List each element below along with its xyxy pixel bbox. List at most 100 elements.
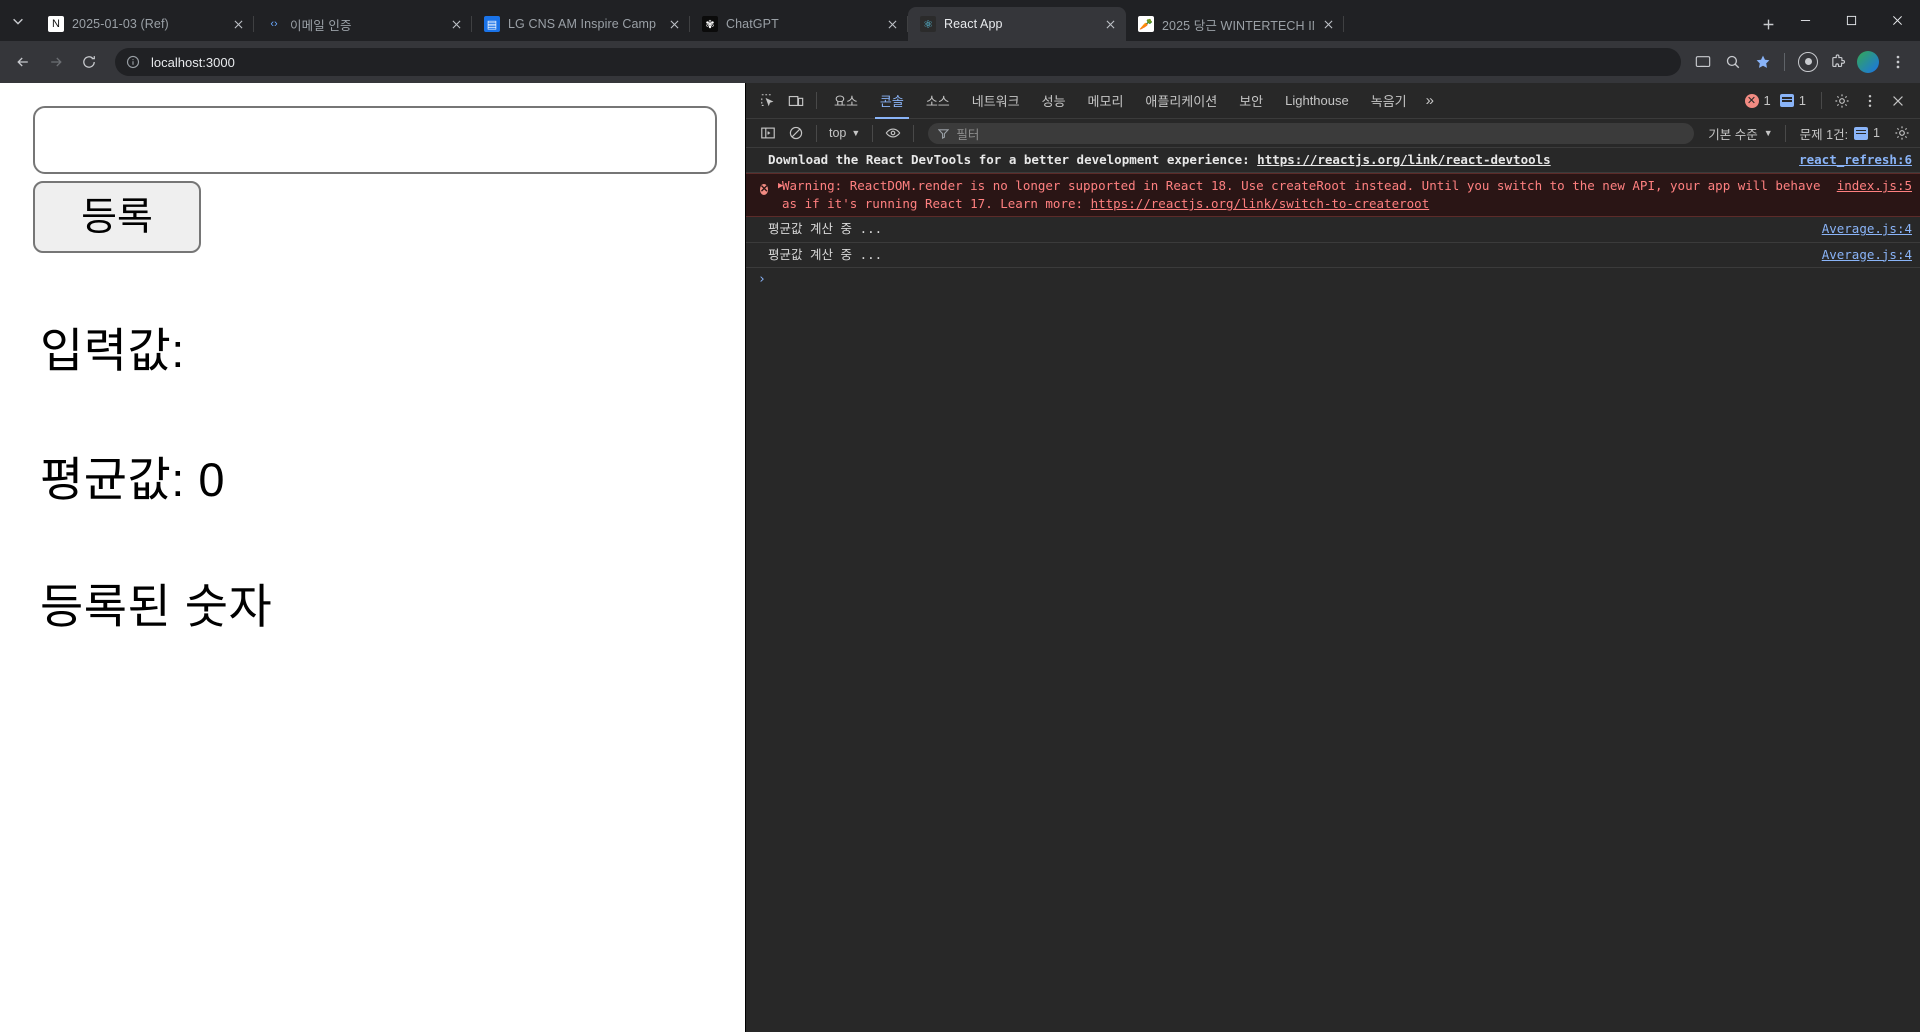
browser-window: N 2025-01-03 (Ref) ‹› 이메일 인증 ▤ LG CNS AM Insp… — [0, 0, 1920, 1032]
number-input[interactable] — [33, 106, 717, 174]
devtools-tab[interactable]: 소스 — [915, 83, 961, 119]
bookmark-star-icon[interactable] — [1749, 48, 1777, 76]
filter-icon — [938, 128, 950, 139]
tab-title: LG CNS AM Inspire Camp - Go — [508, 17, 660, 31]
issues-indicator[interactable]: 문제 1건: 1 — [1792, 124, 1888, 143]
devtools-tab[interactable]: 애플리케이션 — [1134, 83, 1228, 119]
close-window-button[interactable] — [1874, 0, 1920, 41]
console-message-source[interactable]: react_refresh:6 — [1799, 151, 1912, 169]
message-icon — [1779, 94, 1794, 107]
chevron-down-icon: ▼ — [1763, 128, 1773, 138]
browser-tab[interactable]: ‹› 이메일 인증 — [254, 7, 472, 41]
error-count-badge[interactable]: ✕ 1 — [1744, 93, 1771, 108]
input-value-heading: 입력값: — [40, 324, 185, 377]
cast-icon[interactable] — [1689, 48, 1717, 76]
tab-search-icon[interactable] — [0, 0, 36, 41]
minimize-button[interactable] — [1782, 0, 1828, 41]
window-controls — [1782, 0, 1920, 41]
tab-close-icon[interactable] — [228, 14, 248, 34]
log-level-selector[interactable]: 기본 수준 ▼ — [1702, 124, 1778, 143]
register-button[interactable]: 등록 — [33, 181, 201, 253]
message-icon — [1854, 126, 1869, 140]
console-message-source[interactable]: index.js:5 — [1837, 177, 1912, 195]
prompt-chevron-icon: › — [758, 271, 766, 287]
error-icon: ✕ — [760, 184, 769, 196]
device-toolbar-icon[interactable] — [782, 88, 810, 114]
chrome-menu-icon[interactable] — [1884, 48, 1912, 76]
console-link[interactable]: https://reactjs.org/link/switch-to-creat… — [1091, 196, 1430, 211]
openai-icon: ✾ — [702, 16, 718, 32]
reload-button[interactable] — [74, 47, 104, 77]
chevron-down-icon: ▼ — [851, 128, 861, 138]
console-prompt[interactable]: › — [746, 268, 1920, 291]
browser-tabs: N 2025-01-03 (Ref) ‹› 이메일 인증 ▤ LG CNS AM Insp… — [36, 0, 1748, 41]
browser-tab[interactable]: ⚛ React App — [908, 7, 1126, 41]
console-sidebar-icon[interactable] — [754, 120, 782, 146]
tab-close-icon[interactable] — [446, 14, 466, 34]
warning-count-badge[interactable]: 1 — [1779, 93, 1806, 108]
forward-button[interactable] — [41, 47, 71, 77]
console-message-source[interactable]: Average.js:4 — [1822, 220, 1912, 238]
back-button[interactable] — [8, 47, 38, 77]
console-message-source[interactable]: Average.js:4 — [1822, 246, 1912, 264]
filter-placeholder: 필터 — [956, 127, 980, 142]
expand-arrow-icon[interactable]: ▶ — [778, 180, 783, 193]
clear-console-icon[interactable] — [782, 120, 810, 146]
carrot-icon: 🥕 — [1138, 16, 1154, 32]
devtools-tab[interactable]: Lighthouse — [1274, 83, 1360, 119]
console-message: 평균값 계산 중 ... Average.js:4 — [746, 217, 1920, 243]
content-area: 등록 입력값: 평균값: 0 등록된 숫자 요소 콘솔 소스 네트워크 성능 메… — [0, 83, 1920, 1032]
profile-icon[interactable] — [1794, 48, 1822, 76]
live-expression-icon[interactable] — [879, 120, 907, 146]
registered-numbers-heading: 등록된 숫자 — [40, 580, 273, 634]
zoom-icon[interactable] — [1719, 48, 1747, 76]
tab-close-icon[interactable] — [882, 14, 902, 34]
console-divider-4 — [1784, 124, 1786, 142]
profile-avatar[interactable] — [1854, 48, 1882, 76]
context-selector[interactable]: top ▼ — [823, 122, 866, 144]
console-message-text: 평균값 계산 중 ... — [768, 221, 883, 237]
site-info-icon[interactable] — [125, 54, 141, 70]
browser-tab[interactable]: N 2025-01-03 (Ref) — [36, 7, 254, 41]
tab-strip: N 2025-01-03 (Ref) ‹› 이메일 인증 ▤ LG CNS AM Insp… — [0, 0, 1920, 41]
devtools-tab[interactable]: 보안 — [1228, 83, 1274, 119]
context-label: top — [829, 126, 847, 140]
console-message-text: Download the React DevTools for a better… — [768, 152, 1551, 167]
address-bar[interactable]: localhost:3000 — [115, 48, 1681, 76]
inspect-element-icon[interactable] — [754, 88, 782, 114]
devtools-divider — [816, 92, 817, 109]
close-devtools-icon[interactable] — [1884, 88, 1912, 114]
new-tab-button[interactable] — [1754, 10, 1782, 38]
devtools-tab[interactable]: 녹음기 — [1360, 83, 1418, 119]
tab-title: ChatGPT — [726, 17, 779, 31]
url-text: localhost:3000 — [151, 54, 235, 70]
devtools-status-divider — [1821, 92, 1822, 109]
console-divider-3 — [913, 124, 915, 142]
tab-title: 2025 당근 WINTERTECH INTER — [1162, 18, 1314, 33]
toolbar-actions — [1687, 48, 1912, 76]
browser-tab[interactable]: ✾ ChatGPT — [690, 7, 908, 41]
console-settings-icon[interactable] — [1888, 120, 1916, 146]
console-message: Download the React DevTools for a better… — [746, 148, 1920, 174]
issues-label: 문제 1건: — [1799, 127, 1849, 142]
browser-tab[interactable]: 🥕 2025 당근 WINTERTECH INTER — [1126, 7, 1344, 41]
more-options-icon[interactable] — [1856, 88, 1884, 114]
gear-icon[interactable] — [1828, 88, 1856, 114]
devtools-tab[interactable]: 네트워크 — [961, 83, 1031, 119]
more-tabs-icon[interactable]: » — [1418, 83, 1442, 119]
console-message-text: 평균값 계산 중 ... — [768, 246, 883, 262]
console-link[interactable]: https://reactjs.org/link/react-devtools — [1257, 152, 1551, 167]
devtools-tab[interactable]: 성능 — [1031, 83, 1077, 119]
tab-close-icon[interactable] — [1100, 14, 1120, 34]
devtools-tab[interactable]: 요소 — [823, 83, 869, 119]
devtools-tab[interactable]: 메모리 — [1077, 83, 1135, 119]
tab-close-icon[interactable] — [1318, 14, 1338, 34]
log-level-label: 기본 수준 — [1708, 127, 1758, 142]
extensions-icon[interactable] — [1824, 48, 1852, 76]
console-message: ✕ ▶ Warning: ReactDOM.render is no longer … — [746, 173, 1920, 218]
maximize-button[interactable] — [1828, 0, 1874, 41]
console-filter-input[interactable]: 필터 — [928, 122, 1695, 144]
tab-close-icon[interactable] — [664, 14, 684, 34]
browser-tab[interactable]: ▤ LG CNS AM Inspire Camp - Go — [472, 7, 690, 41]
devtools-tab[interactable]: 콘솔 — [869, 83, 915, 119]
